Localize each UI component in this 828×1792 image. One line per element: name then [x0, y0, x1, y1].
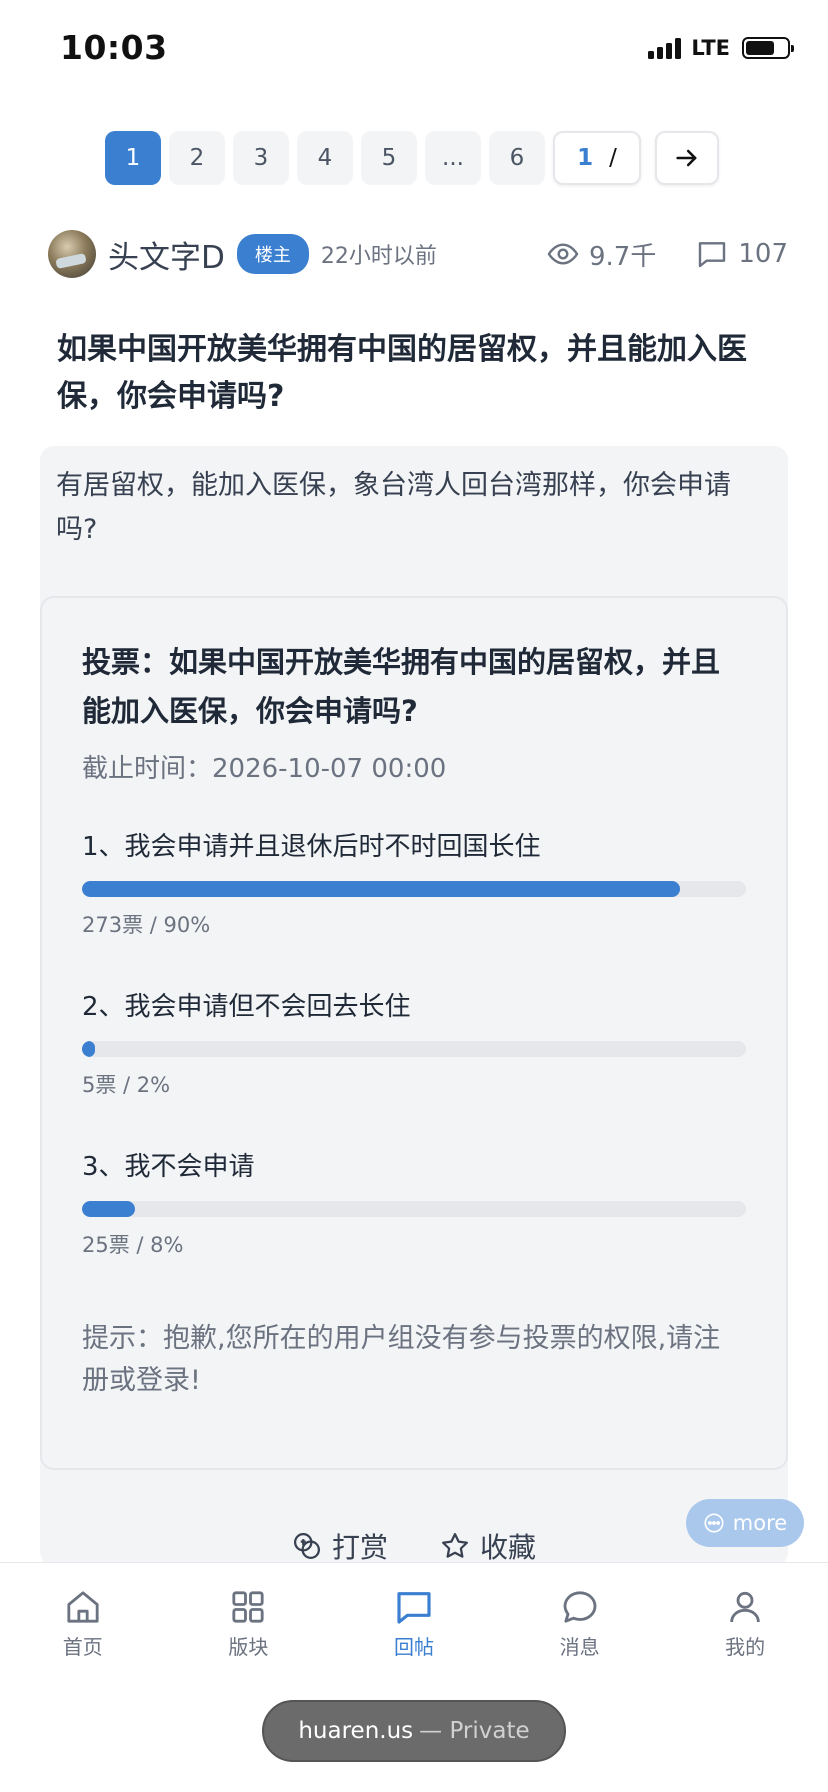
- more-label: more: [732, 1511, 788, 1535]
- signal-icon: [648, 37, 682, 59]
- poll-title: 投票：如果中国开放美华拥有中国的居留权，并且能加入医保，你会申请吗?: [82, 645, 721, 728]
- poll-option: 3、我不会申请 25票 / 8%: [82, 1146, 746, 1259]
- poll-option-result: 5票 / 2%: [82, 1073, 171, 1097]
- battery-icon: [742, 37, 794, 59]
- arrow-right-icon: [676, 149, 697, 167]
- browser-url-bar[interactable]: huaren.us — Private: [262, 1700, 566, 1762]
- status-time: 10:03: [60, 28, 168, 67]
- user-icon: [730, 1591, 760, 1623]
- post-stats: 9.7千 107: [547, 236, 788, 273]
- post-title: 如果中国开放美华拥有中国的居留权，并且能加入医保，你会申请吗?: [57, 332, 747, 414]
- poll-option: 2、我会申请但不会回去长住 5票 / 2%: [82, 986, 746, 1099]
- reward-label: 打赏: [331, 1531, 388, 1564]
- poll-option: 1、我会申请并且退休后时不时回国长住 273票 / 90%: [82, 826, 746, 939]
- page-1-button[interactable]: 1: [105, 131, 161, 185]
- status-bar: 10:03 LTE: [0, 0, 828, 100]
- tab-label: 首页: [62, 1635, 103, 1659]
- page-jump-value: 1: [577, 145, 594, 171]
- replies-count: 107: [738, 239, 788, 269]
- tab-home[interactable]: 首页: [0, 1587, 166, 1660]
- eye-icon: [547, 243, 579, 265]
- views-count: 9.7千: [589, 241, 657, 272]
- tab-reply[interactable]: 回帖: [331, 1587, 497, 1660]
- poll-option-result: 273票 / 90%: [82, 913, 211, 937]
- url-domain: huaren.us: [298, 1718, 414, 1744]
- more-button[interactable]: more: [686, 1499, 804, 1547]
- page-ellipsis: ...: [425, 131, 481, 185]
- tab-messages[interactable]: 消息: [497, 1587, 663, 1660]
- post-time: 22小时以前: [320, 244, 437, 269]
- comment-icon: [699, 242, 726, 268]
- page-6-button[interactable]: 6: [489, 131, 545, 185]
- private-mode-label: — Private: [419, 1718, 530, 1744]
- page-jump-input[interactable]: 1 /: [553, 131, 641, 185]
- poll-deadline: 截止时间：2026-10-07 00:00: [82, 754, 447, 784]
- page-3-button[interactable]: 3: [233, 131, 289, 185]
- poll-option-bar: [82, 1201, 746, 1217]
- tab-profile[interactable]: 我的: [662, 1587, 828, 1660]
- tab-label: 版块: [228, 1635, 269, 1659]
- status-indicators: LTE: [648, 36, 794, 60]
- poll-option-bar: [82, 881, 746, 897]
- views-stat: 9.7千: [547, 236, 656, 273]
- star-icon: [442, 1533, 468, 1558]
- poll-option-label: 2、我会申请但不会回去长住: [82, 992, 411, 1022]
- tab-label: 回帖: [393, 1635, 434, 1659]
- pagination: 1 2 3 4 5 ... 6 1 /: [105, 131, 719, 185]
- post-actions: 打赏 收藏: [40, 1526, 788, 1566]
- poll-option-result: 25票 / 8%: [82, 1233, 184, 1257]
- page-2-button[interactable]: 2: [169, 131, 225, 185]
- page-4-button[interactable]: 4: [297, 131, 353, 185]
- poll-option-label: 3、我不会申请: [82, 1152, 255, 1182]
- poll-option-bar-fill: [82, 1201, 136, 1217]
- home-icon: [67, 1591, 99, 1623]
- poll-option-label: 1、我会申请并且退休后时不时回国长住: [82, 832, 541, 862]
- avatar[interactable]: [48, 230, 96, 278]
- post-body: 有居留权，能加入医保，象台湾人回台湾那样，你会申请吗?: [56, 470, 731, 545]
- grid-icon: [232, 1591, 264, 1623]
- page-go-button[interactable]: [655, 131, 719, 185]
- post-content-card: 有居留权，能加入医保，象台湾人回台湾那样，你会申请吗? 投票：如果中国开放美华拥…: [40, 446, 788, 1566]
- more-dots-icon: [704, 1513, 724, 1533]
- favorite-button[interactable]: 收藏: [440, 1526, 536, 1566]
- author-name[interactable]: 头文字D: [108, 232, 225, 277]
- network-label: LTE: [691, 36, 730, 60]
- coin-icon: [293, 1533, 320, 1559]
- page-jump-separator: /: [609, 145, 617, 171]
- tab-label: 我的: [725, 1635, 766, 1659]
- op-badge: 楼主: [236, 234, 309, 274]
- reply-icon: [397, 1592, 431, 1624]
- poll-option-bar-fill: [82, 881, 680, 897]
- poll-box: 投票：如果中国开放美华拥有中国的居留权，并且能加入医保，你会申请吗? 截止时间：…: [40, 596, 788, 1470]
- page-5-button[interactable]: 5: [361, 131, 417, 185]
- poll-option-bar-fill: [82, 1041, 96, 1057]
- replies-stat: 107: [696, 238, 788, 270]
- author-row: 头文字D 楼主 22小时以前 9.7千 107: [48, 230, 788, 278]
- favorite-label: 收藏: [480, 1531, 537, 1564]
- message-icon: [563, 1591, 596, 1623]
- tab-label: 消息: [559, 1635, 600, 1659]
- poll-option-bar: [82, 1041, 746, 1057]
- tab-boards[interactable]: 版块: [166, 1587, 332, 1660]
- reward-button[interactable]: 打赏: [292, 1526, 388, 1566]
- poll-permission-hint: 提示：抱歉,您所在的用户组没有参与投票的权限,请注册或登录!: [82, 1323, 721, 1396]
